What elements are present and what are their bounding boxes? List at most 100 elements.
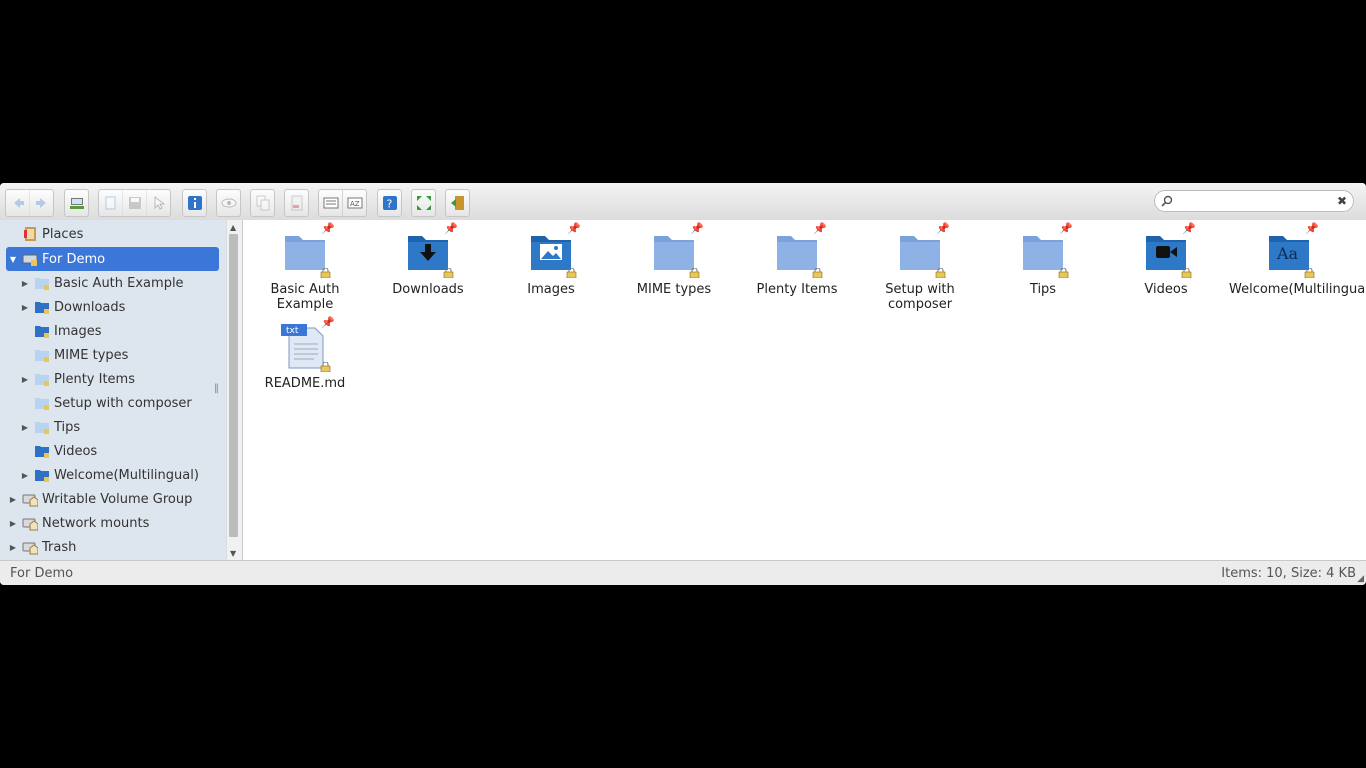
expand-arrow-icon[interactable]: ▶ [20, 423, 30, 432]
search-input[interactable] [1179, 193, 1333, 211]
copy-button[interactable] [99, 190, 122, 216]
volume-icon [22, 254, 38, 266]
tree-item-child[interactable]: Videos [0, 439, 226, 463]
delete-icon [291, 195, 302, 211]
tree-label: Places [42, 226, 84, 242]
expand-arrow-icon[interactable]: ▶ [20, 279, 30, 288]
preview-button[interactable] [217, 190, 240, 216]
folder-icon [35, 422, 49, 434]
fullscreen-button[interactable] [412, 190, 435, 216]
info-button[interactable] [183, 190, 206, 216]
folder-item[interactable]: 📌 Tips [983, 222, 1103, 297]
folder-item[interactable]: 📌 MIME types [614, 222, 734, 297]
info-group [182, 189, 207, 217]
splitter-handle[interactable]: ‖ [214, 383, 219, 394]
lock-icon [1058, 268, 1069, 278]
back-button[interactable] [6, 190, 29, 216]
view-icon [323, 197, 338, 209]
scroll-up-icon[interactable]: ▲ [230, 223, 236, 232]
expand-arrow-icon[interactable]: ▶ [8, 495, 18, 504]
folder-item[interactable]: 📌 Plenty Items [737, 222, 857, 297]
fullscreen-icon [416, 196, 431, 210]
lock-icon [935, 268, 946, 278]
expand-arrow-icon[interactable]: ▶ [20, 303, 30, 312]
home-button[interactable] [65, 190, 88, 216]
view-button[interactable] [319, 190, 342, 216]
folder-icon [35, 302, 49, 314]
tree-item-child[interactable]: MIME types [0, 343, 226, 367]
folder-icon [35, 350, 49, 362]
expand-arrow-icon[interactable]: ▶ [8, 543, 18, 552]
folder-icon [35, 374, 49, 386]
folder-icon: 📌 [896, 222, 950, 278]
images-folder-icon: 📌 [527, 222, 581, 278]
svg-text:?: ? [386, 198, 392, 211]
delete-button[interactable] [285, 190, 308, 216]
forward-button[interactable] [29, 190, 53, 216]
folder-icon: 📌 [281, 222, 335, 278]
folder-icon [35, 446, 49, 458]
duplicate-icon [256, 195, 269, 211]
tree-item-child[interactable]: ▶ Downloads [0, 295, 226, 319]
folder-item[interactable]: 📌 Images [491, 222, 611, 297]
svg-text:txt: txt [286, 326, 299, 336]
item-name: Basic Auth Example [270, 282, 340, 312]
tree-item-child[interactable]: ▶ Basic Auth Example [0, 271, 226, 295]
tree-item-child[interactable]: ▶ Welcome(Multilingual) [0, 463, 226, 487]
select-button[interactable] [146, 190, 170, 216]
tree-item-volume[interactable]: ▶ Trash [0, 535, 226, 559]
expand-arrow-icon[interactable]: ▼ [8, 255, 18, 264]
tree-item-child[interactable]: Setup with composer [0, 391, 226, 415]
save-button[interactable] [122, 190, 146, 216]
expand-arrow-icon[interactable]: ▶ [20, 375, 30, 384]
tree-item-child[interactable]: ▶ Plenty Items [0, 367, 226, 391]
tree-item-for-demo[interactable]: ▼ For Demo [6, 247, 219, 271]
folder-icon [35, 398, 49, 410]
home-icon [69, 198, 84, 209]
toolbar: AZ ? ✖ [0, 183, 1366, 221]
file-manager-window: AZ ? ✖ Places ▼ For Demo ▶ Basic Auth Ex… [0, 183, 1366, 585]
exit-button[interactable] [446, 190, 469, 216]
tree-item-child[interactable]: Images [0, 319, 226, 343]
file-item[interactable]: txt 📌 README.md [245, 316, 365, 391]
help-group: ? [377, 189, 402, 217]
tree-item-child[interactable]: ▶ Tips [0, 415, 226, 439]
expand-arrow-icon[interactable]: ▶ [20, 471, 30, 480]
sort-button[interactable]: AZ [342, 190, 366, 216]
exit-group [445, 189, 470, 217]
help-button[interactable]: ? [378, 190, 401, 216]
tree-item-places[interactable]: Places [0, 222, 226, 246]
item-name: Tips [1029, 282, 1057, 297]
scroll-down-icon[interactable]: ▼ [230, 549, 236, 558]
places-icon [24, 227, 36, 241]
search-box: ✖ [1154, 190, 1354, 212]
duplicate-button[interactable] [251, 190, 274, 216]
back-icon [13, 198, 24, 208]
nav-group [5, 189, 54, 217]
scroll-thumb[interactable] [229, 234, 238, 537]
tree-label: Setup with composer [54, 395, 192, 411]
folder-icon [35, 326, 49, 338]
search-icon [1161, 195, 1173, 207]
folder-item[interactable]: 📌 Basic Auth Example [245, 222, 365, 312]
folder-item[interactable]: Aa 📌 Welcome(Multilingual) [1229, 222, 1366, 297]
delete-group [284, 189, 309, 217]
lock-icon [320, 362, 331, 372]
clear-search-icon[interactable]: ✖ [1337, 194, 1347, 208]
folder-item[interactable]: 📌 Videos [1106, 222, 1226, 297]
tree-item-volume[interactable]: ▶ Network mounts [0, 511, 226, 535]
tree-item-volume[interactable]: ▶ Writable Volume Group [0, 487, 226, 511]
pin-icon: 📌 [1059, 222, 1073, 235]
tree-scrollbar[interactable]: ▲ ▼ [226, 220, 242, 560]
resize-grip-icon[interactable]: ◢ [1357, 574, 1364, 584]
pin-icon: 📌 [567, 222, 581, 235]
svg-text:Aa: Aa [1276, 244, 1299, 263]
tree-label: Trash [42, 539, 77, 555]
item-name: Setup with composer [885, 282, 955, 312]
expand-arrow-icon[interactable]: ▶ [8, 519, 18, 528]
pin-icon: 📌 [1305, 222, 1319, 235]
folder-item[interactable]: 📌 Downloads [368, 222, 488, 297]
item-name: Images [527, 282, 575, 297]
folder-item[interactable]: 📌 Setup with composer [860, 222, 980, 312]
txt-file-icon: txt 📌 [281, 316, 335, 372]
